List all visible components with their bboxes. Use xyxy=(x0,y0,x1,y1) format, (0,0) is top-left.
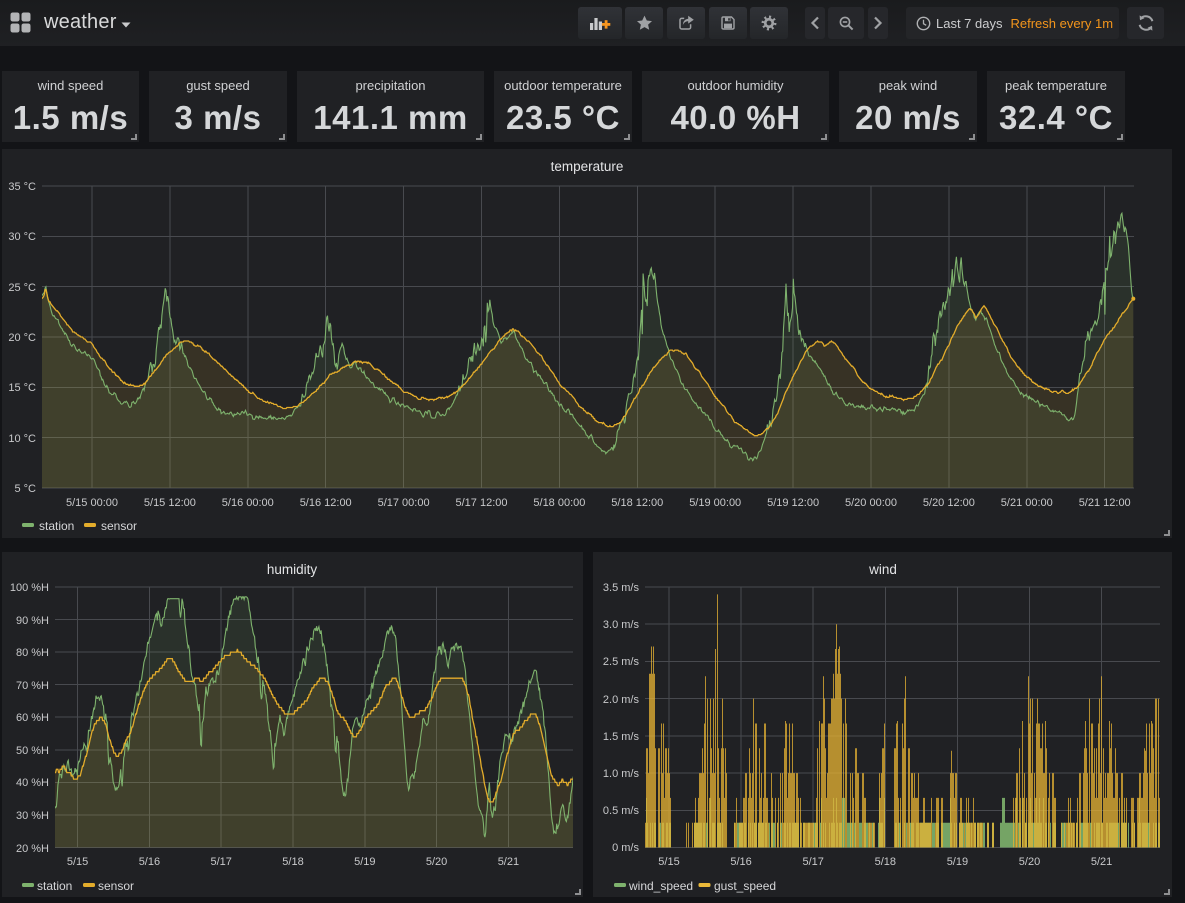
svg-text:5/15: 5/15 xyxy=(67,856,88,868)
svg-text:0 m/s: 0 m/s xyxy=(612,842,639,854)
svg-text:90 %H: 90 %H xyxy=(16,615,49,627)
svg-text:gust_speed: gust_speed xyxy=(714,879,776,893)
svg-text:station: station xyxy=(37,879,72,893)
svg-text:5/21: 5/21 xyxy=(498,856,519,868)
svg-text:5/21 12:00: 5/21 12:00 xyxy=(1079,497,1131,509)
svg-text:humidity: humidity xyxy=(267,562,318,577)
svg-text:0.5 m/s: 0.5 m/s xyxy=(603,805,640,817)
svg-text:5/18 12:00: 5/18 12:00 xyxy=(611,497,663,509)
svg-text:sensor: sensor xyxy=(98,879,134,893)
svg-text:5/20: 5/20 xyxy=(426,856,447,868)
svg-text:2.5 m/s: 2.5 m/s xyxy=(603,656,640,668)
svg-text:30 %H: 30 %H xyxy=(16,810,49,822)
svg-text:5/17: 5/17 xyxy=(210,856,231,868)
svg-text:5/20 12:00: 5/20 12:00 xyxy=(923,497,975,509)
svg-text:5/16: 5/16 xyxy=(730,856,751,868)
svg-text:35 °C: 35 °C xyxy=(8,181,36,193)
svg-text:20 °C: 20 °C xyxy=(8,332,36,344)
svg-text:15 °C: 15 °C xyxy=(8,382,36,394)
svg-text:5/19: 5/19 xyxy=(947,856,968,868)
svg-text:40 %H: 40 %H xyxy=(16,777,49,789)
svg-text:wind_speed: wind_speed xyxy=(628,879,693,893)
svg-text:20 %H: 20 %H xyxy=(16,843,49,855)
svg-text:25 °C: 25 °C xyxy=(8,282,36,294)
svg-text:5/17 00:00: 5/17 00:00 xyxy=(378,497,430,509)
svg-text:1.5 m/s: 1.5 m/s xyxy=(603,731,640,743)
svg-text:2.0 m/s: 2.0 m/s xyxy=(603,694,640,706)
svg-text:50 %H: 50 %H xyxy=(16,745,49,757)
svg-text:5/17: 5/17 xyxy=(802,856,823,868)
svg-text:5/19: 5/19 xyxy=(354,856,375,868)
svg-text:5/18: 5/18 xyxy=(282,856,303,868)
svg-text:5/20 00:00: 5/20 00:00 xyxy=(845,497,897,509)
svg-text:sensor: sensor xyxy=(101,519,137,533)
svg-text:5/19 12:00: 5/19 12:00 xyxy=(767,497,819,509)
svg-text:100 %H: 100 %H xyxy=(10,582,49,594)
svg-text:temperature: temperature xyxy=(551,159,624,174)
svg-text:5/16 00:00: 5/16 00:00 xyxy=(222,497,274,509)
svg-text:5/18: 5/18 xyxy=(875,856,896,868)
svg-text:5/21 00:00: 5/21 00:00 xyxy=(1001,497,1053,509)
svg-text:5 °C: 5 °C xyxy=(14,483,36,495)
svg-text:5/17 12:00: 5/17 12:00 xyxy=(456,497,508,509)
svg-text:5/15 00:00: 5/15 00:00 xyxy=(66,497,118,509)
svg-text:3.5 m/s: 3.5 m/s xyxy=(603,582,640,594)
svg-text:5/21: 5/21 xyxy=(1091,856,1112,868)
svg-text:station: station xyxy=(39,519,74,533)
svg-text:80 %H: 80 %H xyxy=(16,647,49,659)
svg-text:5/15 12:00: 5/15 12:00 xyxy=(144,497,196,509)
svg-text:5/16 12:00: 5/16 12:00 xyxy=(300,497,352,509)
svg-text:5/16: 5/16 xyxy=(139,856,160,868)
svg-text:60 %H: 60 %H xyxy=(16,712,49,724)
svg-text:wind: wind xyxy=(868,562,897,577)
svg-text:5/19 00:00: 5/19 00:00 xyxy=(689,497,741,509)
svg-text:1.0 m/s: 1.0 m/s xyxy=(603,768,640,780)
svg-text:5/15: 5/15 xyxy=(658,856,679,868)
svg-text:5/18 00:00: 5/18 00:00 xyxy=(533,497,585,509)
svg-text:10 °C: 10 °C xyxy=(8,433,36,445)
svg-text:70 %H: 70 %H xyxy=(16,680,49,692)
svg-text:3.0 m/s: 3.0 m/s xyxy=(603,619,640,631)
svg-text:5/20: 5/20 xyxy=(1019,856,1040,868)
svg-text:30 °C: 30 °C xyxy=(8,231,36,243)
